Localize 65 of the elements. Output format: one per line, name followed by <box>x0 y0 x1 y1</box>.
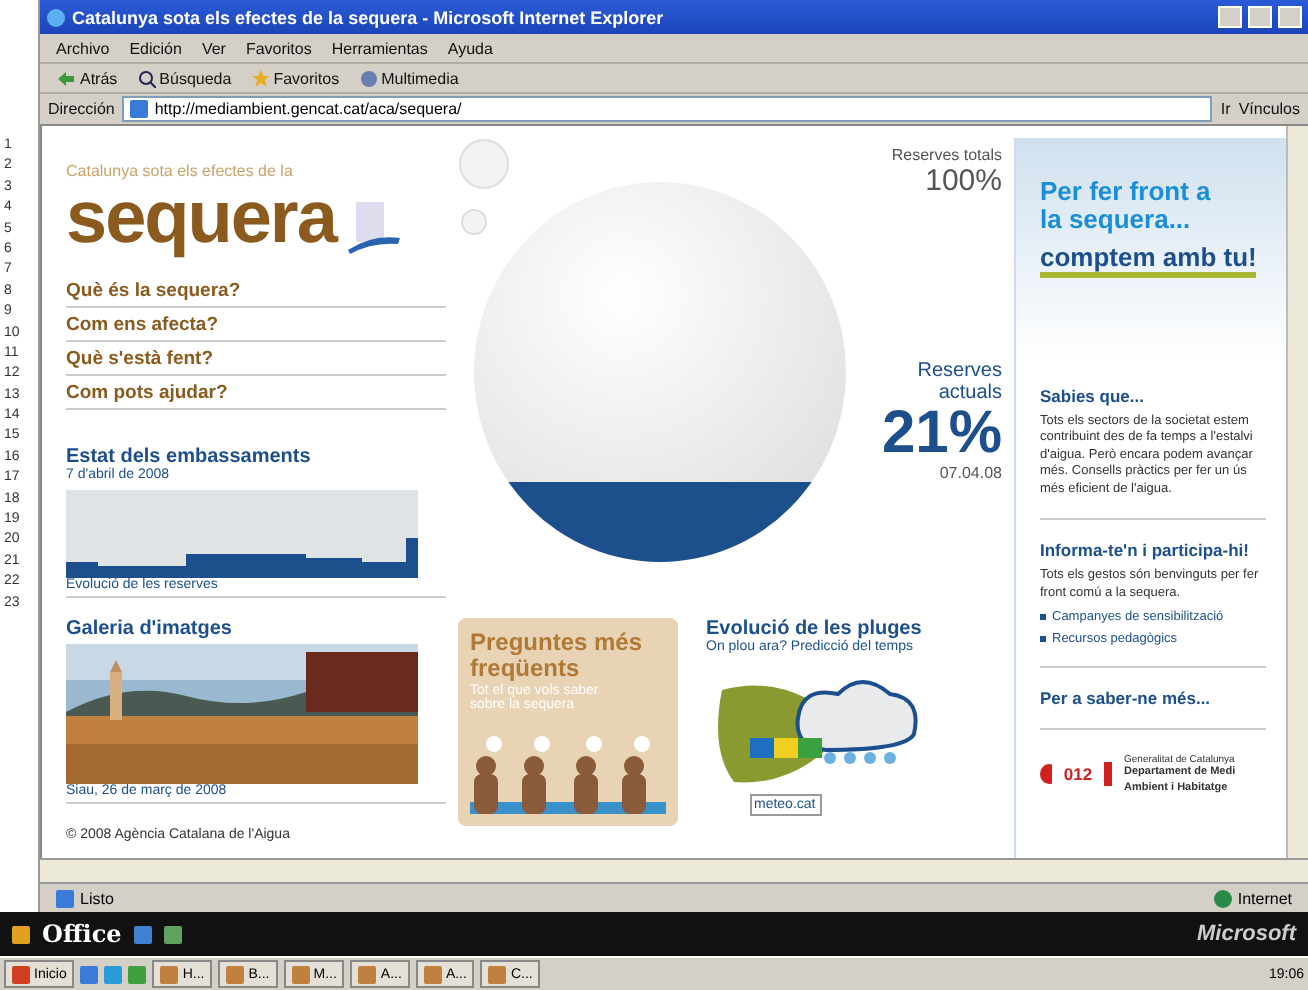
maximize-button[interactable] <box>1248 6 1272 28</box>
toolbar-button[interactable]: Favoritos <box>251 69 340 87</box>
nav-link[interactable]: Com ens afecta? <box>66 308 446 342</box>
nav-link[interactable]: Com pots ajudar? <box>66 376 446 410</box>
toolbar-button[interactable]: Búsqueda <box>137 69 232 87</box>
app-icon <box>423 965 442 983</box>
links-button[interactable]: Vínculos <box>1238 100 1300 118</box>
section-title: Estat dels embassaments <box>66 446 313 468</box>
bullet-icon <box>1040 635 1046 642</box>
total-label: Reserves totals <box>891 146 1002 164</box>
menu-item[interactable]: Ver <box>201 39 226 57</box>
logo-tagline: Catalunya sota els efectes de la <box>66 162 295 180</box>
bullet-icon <box>1040 613 1046 620</box>
media-icon <box>359 69 378 87</box>
current-date: 07.04.08 <box>939 464 1002 482</box>
windows-icon <box>12 965 30 983</box>
office-label: Office <box>42 920 122 948</box>
vertical-scrollbar[interactable] <box>1286 126 1308 858</box>
menu-item[interactable]: Edición <box>129 39 182 57</box>
current-label: Reserves actuals <box>915 360 1002 404</box>
logo-word: sequera <box>66 180 336 254</box>
phone-number: 012 <box>1063 764 1093 785</box>
zone-text: Internet <box>1213 889 1292 907</box>
address-label: Dirección <box>48 100 115 118</box>
side-heading[interactable]: Sabies que... <box>1040 385 1266 406</box>
side-heading[interactable]: Per a saber-ne més... <box>1040 687 1266 708</box>
section-title: Galeria d'imatges <box>66 618 234 640</box>
page-icon <box>56 889 74 907</box>
app-icon <box>358 965 377 983</box>
section-title: Evolució de les pluges <box>706 618 924 640</box>
minimize-button[interactable] <box>1218 6 1242 28</box>
toolbar-button[interactable]: Multimedia <box>359 69 459 87</box>
status-text: Listo <box>56 889 114 907</box>
page-icon <box>130 100 149 118</box>
app-icon <box>488 965 507 983</box>
menu-item[interactable]: Archivo <box>56 39 110 57</box>
search-icon <box>137 69 156 87</box>
star-icon <box>251 69 270 87</box>
menu-item[interactable]: Ayuda <box>447 39 493 57</box>
app-icon <box>160 965 179 983</box>
address-field[interactable]: http://mediambient.gencat.cat/aca/sequera/ <box>122 96 1213 122</box>
close-button[interactable] <box>1278 6 1302 28</box>
slogan-highlight: comptem amb tu! <box>1040 243 1257 278</box>
total-value: 100% <box>925 164 1002 198</box>
browser-icon <box>46 7 66 27</box>
window-title: Catalunya sota els efectes de la sequera - Microsoft Internet Explorer <box>72 7 666 27</box>
nav-link[interactable]: Què és la sequera? <box>66 274 446 308</box>
app-icon <box>226 965 245 983</box>
side-heading[interactable]: Informa-te'n i participa-hi! <box>1040 540 1266 561</box>
toolbar-button[interactable]: Atrás <box>56 69 118 87</box>
brand-text: Microsoft <box>1197 922 1296 946</box>
nav-link[interactable]: Què s'està fent? <box>66 342 446 376</box>
menu-item[interactable]: Herramientas <box>331 39 428 57</box>
app-icon <box>291 965 310 983</box>
horizontal-scrollbar[interactable] <box>40 858 1308 882</box>
back-arrow-icon <box>56 69 76 87</box>
slogan-text: Per fer front a la sequera... <box>1040 178 1213 236</box>
menu-item[interactable]: Favoritos <box>245 39 312 57</box>
faq-title: Preguntes més freqüents <box>470 630 645 681</box>
government-emblem-icon <box>1104 762 1112 787</box>
current-value: 21% <box>881 404 1002 464</box>
go-button[interactable]: Ir <box>1220 100 1231 118</box>
bubbles-drawing <box>458 138 510 238</box>
globe-icon <box>1213 889 1232 907</box>
office-icon <box>12 925 30 943</box>
